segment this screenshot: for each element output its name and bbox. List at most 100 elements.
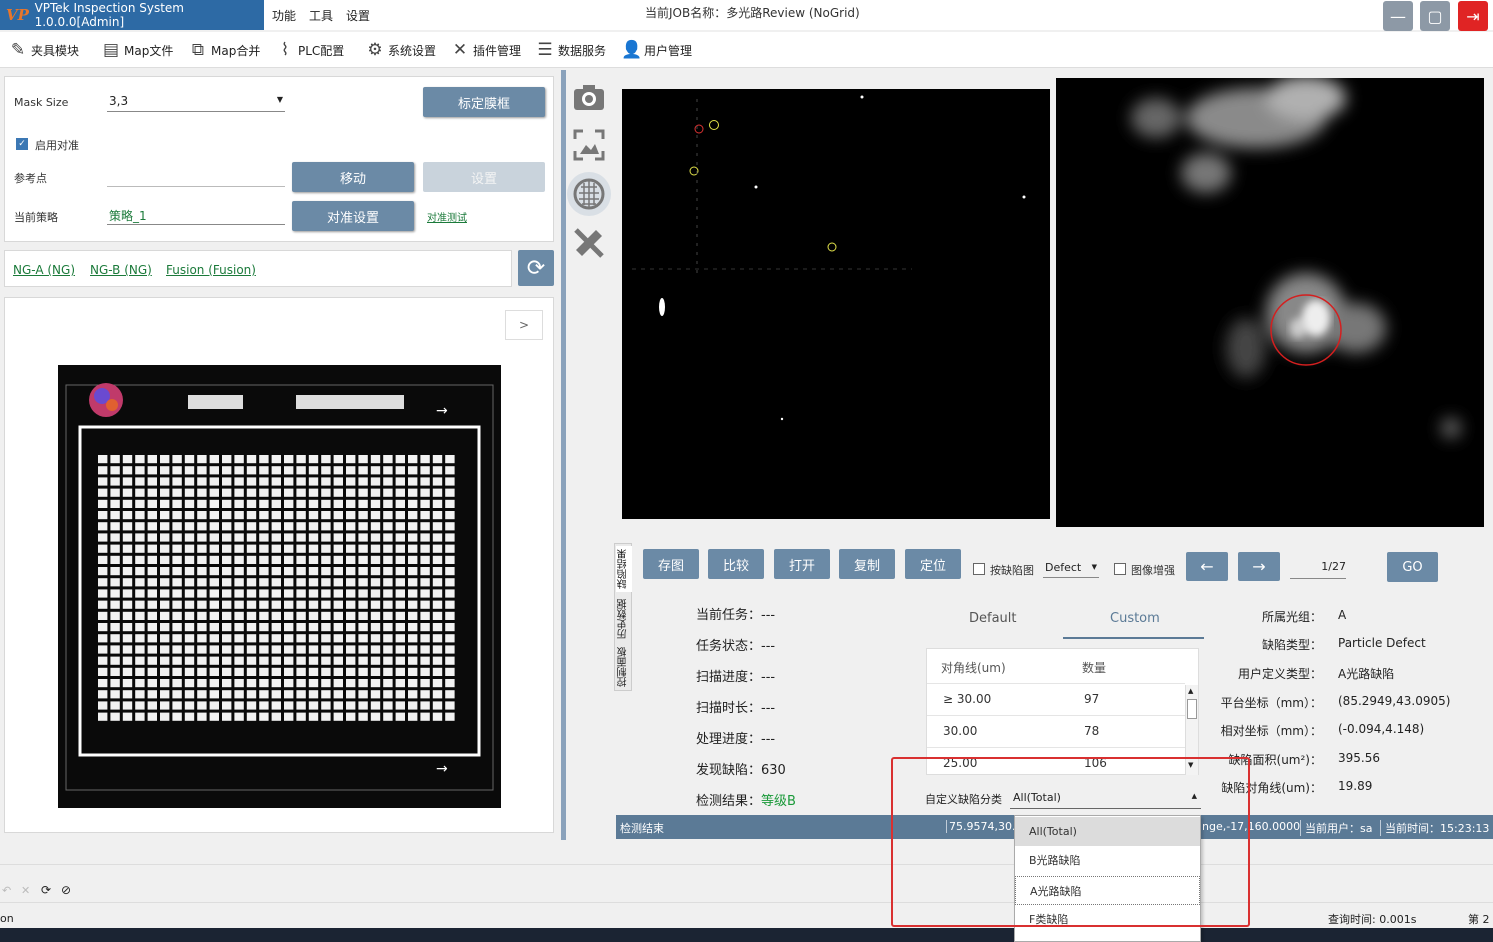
chevron-down-icon: ▼	[276, 95, 283, 104]
calibrate-frame-button[interactable]: 标定膜框	[423, 87, 545, 117]
plc-icon: ⌇	[280, 40, 290, 60]
pane-splitter[interactable]	[561, 70, 566, 840]
custom-class-select[interactable]: All(Total) ▲	[1010, 787, 1201, 809]
query-time: 查询时间: 0.001s	[1328, 913, 1417, 926]
menu-tools[interactable]: 工具	[309, 7, 333, 24]
table-cell: 97	[1084, 692, 1100, 706]
defect-info-label: 缺陷对角线(um)：	[1221, 781, 1322, 795]
minimize-button[interactable]: —	[1383, 1, 1413, 31]
task-info-value: ---	[761, 732, 776, 747]
undo-icon[interactable]: ↶	[2, 884, 11, 897]
defect-type-select[interactable]: Defect ▼	[1043, 558, 1099, 578]
strategy-field[interactable]: 策略_1	[107, 207, 285, 225]
task-info-label: 发现缺陷：	[696, 763, 762, 778]
enable-align-checkbox[interactable]: ✓	[16, 138, 28, 150]
dropdown-option[interactable]: All(Total)	[1015, 817, 1200, 846]
compare-button[interactable]: 比较	[708, 549, 764, 579]
ruler-tool-icon[interactable]	[570, 224, 608, 262]
tool-user-manager[interactable]: 👤 用户管理	[621, 38, 692, 62]
save-image-button[interactable]: 存图	[643, 549, 699, 579]
tool-label: Map文件	[124, 43, 174, 58]
tool-plugin-manager[interactable]: ✕ 插件管理	[450, 38, 521, 62]
custom-class-label: 自定义缺陷分类	[925, 793, 1002, 806]
wrench-icon: ✎	[10, 40, 26, 60]
tool-map-file[interactable]: ▤ Map文件	[101, 38, 173, 62]
table-scrollbar[interactable]: ▲ ▼	[1185, 685, 1198, 775]
enhance-label: 图像增强	[1131, 564, 1175, 577]
job-title: 当前JOB名称：多光路Review (NoGrid)	[645, 6, 860, 20]
dropdown-option[interactable]: F类缺陷	[1015, 905, 1200, 934]
table-row[interactable]: ≥ 30.00 97	[927, 683, 1185, 715]
task-info-row: 检测结果：等级B	[696, 790, 796, 809]
move-button[interactable]: 移动	[292, 162, 414, 192]
camera-icon[interactable]	[570, 78, 608, 116]
tool-system-settings[interactable]: ⚙ 系统设置	[365, 38, 436, 62]
ref-point-select[interactable]	[107, 169, 285, 187]
svg-text:→: →	[436, 761, 448, 777]
app-title-block: VP VPTek Inspection System 1.0.0.0[Admin…	[0, 0, 264, 30]
tab-ng-a[interactable]: NG-A (NG)	[13, 263, 75, 277]
enhance-checkbox[interactable]	[1114, 563, 1126, 575]
scroll-down-icon[interactable]: ▼	[1188, 761, 1193, 769]
by-defect-checkbox[interactable]	[973, 563, 985, 575]
scroll-up-icon[interactable]: ▲	[1188, 687, 1193, 695]
tool-data-service[interactable]: ☰ 数据服务	[535, 38, 606, 62]
scroll-thumb[interactable]	[1187, 699, 1197, 719]
expand-panel-button[interactable]: >	[505, 310, 543, 340]
image-fit-icon[interactable]	[570, 126, 608, 164]
gear-icon: ⚙	[367, 40, 383, 60]
table-cell: ≥ 30.00	[943, 692, 992, 706]
maximize-button[interactable]: ▢	[1420, 1, 1450, 31]
tab-history-data[interactable]: 历史数据	[616, 596, 632, 642]
stop-icon[interactable]: ⊘	[61, 883, 71, 897]
menu-function[interactable]: 功能	[272, 7, 296, 24]
table-row[interactable]: 30.00 78	[927, 715, 1185, 747]
locate-button[interactable]: 定位	[905, 549, 961, 579]
defect-zoom-image[interactable]	[1056, 76, 1484, 527]
refresh-settings-button[interactable]: ⟳	[518, 250, 554, 286]
tab-default[interactable]: Default	[969, 611, 1017, 626]
table-cell: 30.00	[943, 724, 978, 738]
tab-custom[interactable]: Custom	[1110, 611, 1160, 626]
task-info-value: ---	[761, 639, 776, 654]
tab-control-panel[interactable]: 控制面板	[616, 644, 632, 690]
tab-fusion[interactable]: Fusion (Fusion)	[166, 263, 256, 277]
tool-label: 系统设置	[388, 43, 437, 58]
copy-button[interactable]: 复制	[839, 549, 895, 579]
align-panel: Mask Size 3,3 ▼ 标定膜框 ✓ 启用对准 参考点 移动 设置 当前…	[4, 76, 554, 242]
page-input[interactable]: 1/27	[1290, 560, 1346, 579]
task-info-label: 扫描时长：	[696, 701, 762, 716]
stats-table: 对角线(um) 数量 ≥ 30.00 97 30.00 78 25.00 106…	[926, 648, 1199, 775]
mask-size-value: 3,3	[109, 94, 129, 108]
task-info-value: ---	[761, 670, 776, 685]
tool-map-merge[interactable]: ⧉ Map合并	[188, 38, 260, 62]
vertical-tab-strip: 缺陷结果 历史数据 控制面板	[614, 543, 632, 691]
defect-overview-image[interactable]	[622, 89, 1050, 519]
mask-size-select[interactable]: 3,3 ▼	[107, 94, 285, 112]
status-time: 当前时间：15:23:13	[1380, 820, 1489, 836]
task-info-row: 发现缺陷：630	[696, 759, 786, 778]
prev-button[interactable]: ←	[1186, 552, 1228, 581]
set-button[interactable]: 设置	[423, 162, 545, 192]
dropdown-option[interactable]: B光路缺陷	[1015, 846, 1200, 875]
tool-fixture-module[interactable]: ✎ 夹具模块	[8, 38, 79, 62]
refresh-icon[interactable]: ⟳	[41, 883, 51, 897]
tab-defect-results[interactable]: 缺陷结果	[616, 546, 632, 592]
close-icon[interactable]: ✕	[21, 884, 30, 897]
menu-settings[interactable]: 设置	[346, 7, 370, 24]
align-settings-button[interactable]: 对准设置	[292, 201, 414, 231]
align-test-link[interactable]: 对准测试	[427, 209, 467, 224]
wafer-map-image[interactable]: → →	[58, 365, 501, 808]
tab-ng-b[interactable]: NG-B (NG)	[90, 263, 152, 277]
tool-plc-config[interactable]: ⌇ PLC配置	[275, 38, 344, 62]
task-info-value: ---	[761, 701, 776, 716]
task-info-label: 扫描进度：	[696, 670, 762, 685]
go-button[interactable]: GO	[1387, 552, 1438, 582]
dropdown-option[interactable]: A光路缺陷	[1015, 876, 1200, 905]
open-button[interactable]: 打开	[774, 549, 830, 579]
exit-button[interactable]: ⇥	[1458, 1, 1488, 31]
status-range: nge,-17,160.0000	[1202, 820, 1301, 833]
table-row[interactable]: 25.00 106	[927, 747, 1185, 775]
next-button[interactable]: →	[1238, 552, 1280, 581]
wafer-view-icon[interactable]	[567, 172, 611, 216]
